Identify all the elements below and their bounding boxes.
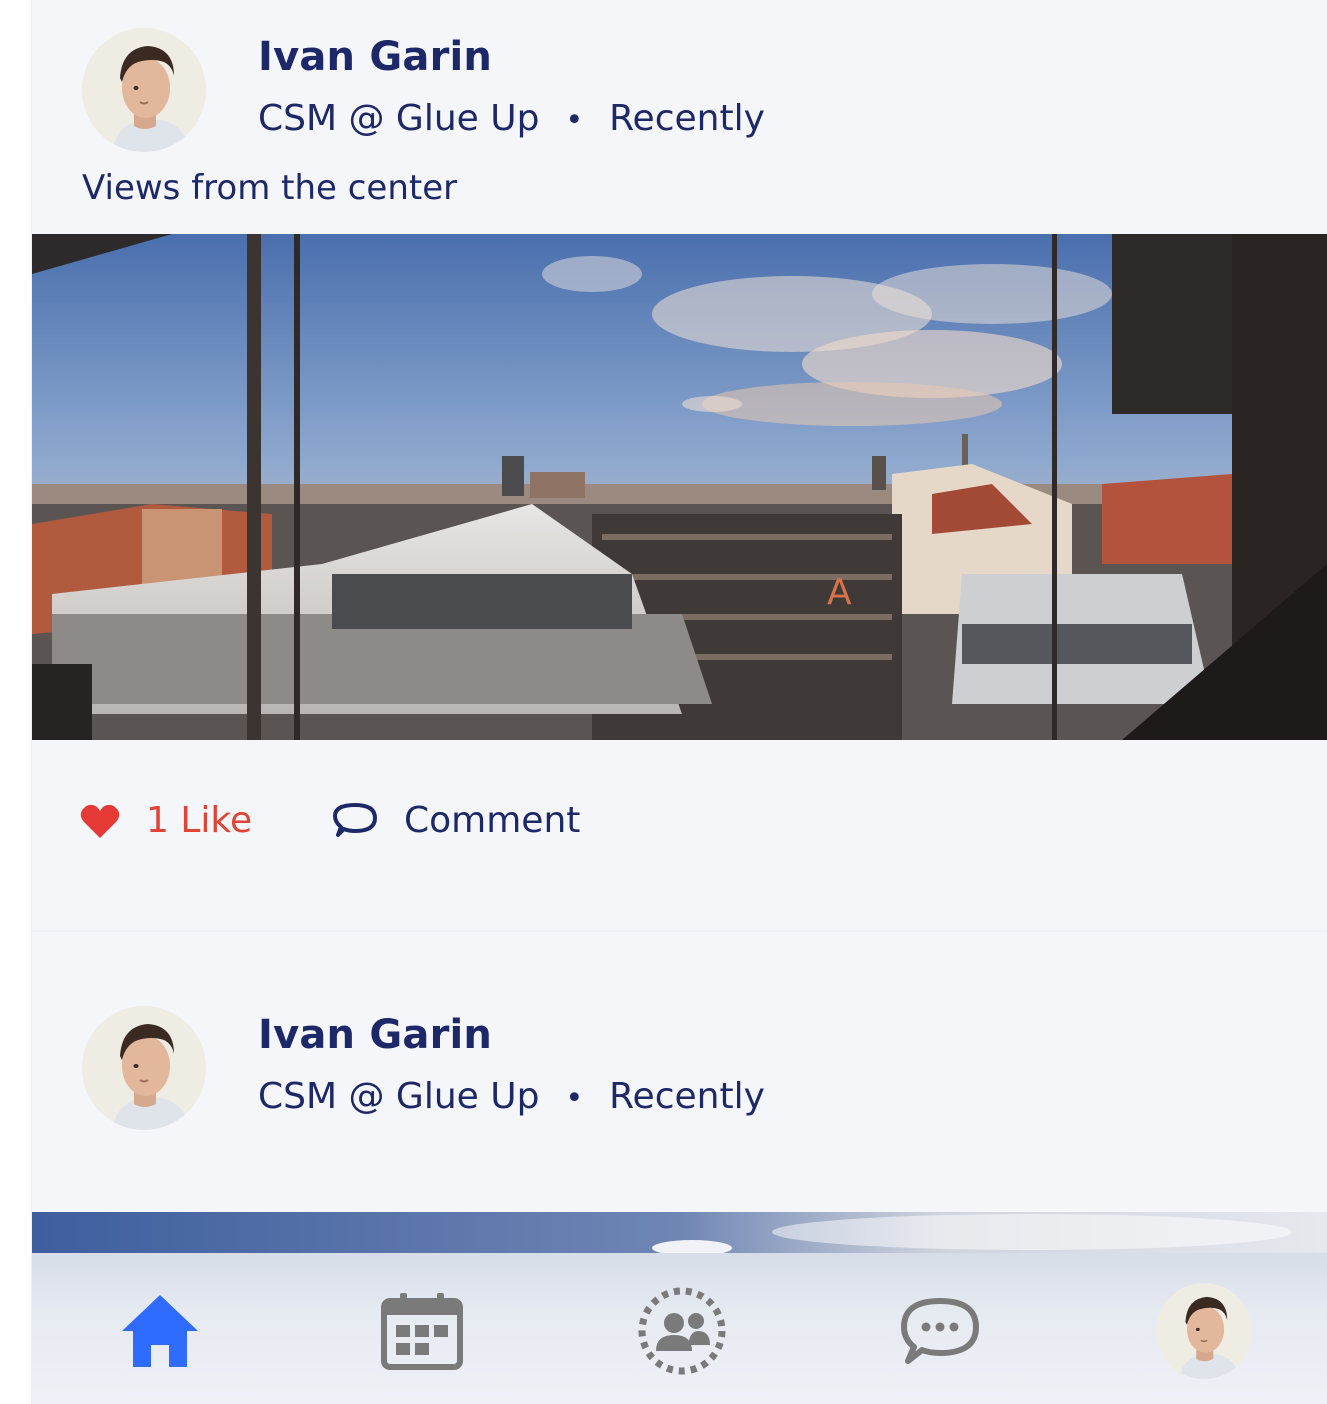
author-avatar[interactable] [82, 28, 206, 152]
tab-events[interactable] [372, 1281, 472, 1381]
tab-messages[interactable] [890, 1281, 990, 1381]
meta-separator: • [565, 102, 584, 138]
author-avatar[interactable] [82, 1006, 206, 1130]
feed-post: Ivan Garin CSM @ Glue Up • Recently Views … [32, 0, 1327, 930]
post-actions: 1 Like Comment [32, 740, 1327, 940]
comment-icon [333, 802, 377, 837]
feed-post: Ivan Garin CSM @ Glue Up • Recently [32, 932, 1327, 1253]
calendar-icon [381, 1293, 463, 1370]
tab-community[interactable] [632, 1281, 732, 1381]
comment-button[interactable]: Comment [332, 800, 580, 841]
author-name[interactable]: Ivan Garin [258, 34, 492, 80]
post-photo[interactable]: A [32, 234, 1327, 740]
svg-text:A: A [827, 572, 852, 613]
post-meta: CSM @ Glue Up • Recently [258, 1076, 765, 1117]
post-meta: CSM @ Glue Up • Recently [258, 98, 765, 139]
tab-home[interactable] [110, 1281, 210, 1381]
chat-icon [901, 1298, 979, 1364]
post-photo[interactable] [32, 1212, 1327, 1253]
post-photo-image [32, 1212, 1327, 1253]
profile-avatar [1156, 1283, 1252, 1379]
author-role: CSM @ Glue Up [258, 98, 540, 139]
post-time: Recently [609, 98, 765, 139]
home-icon [122, 1295, 198, 1367]
author-name[interactable]: Ivan Garin [258, 1012, 492, 1058]
panorama-image: A [32, 234, 1327, 740]
tab-profile[interactable] [1156, 1283, 1252, 1379]
post-caption: Views from the center [82, 168, 458, 208]
community-icon [638, 1287, 726, 1375]
author-role: CSM @ Glue Up [258, 1076, 540, 1117]
meta-separator: • [565, 1080, 584, 1116]
avatar-photo [82, 28, 206, 152]
like-count[interactable]: 1 Like [146, 800, 252, 841]
feed[interactable]: Ivan Garin CSM @ Glue Up • Recently Views … [32, 0, 1327, 1404]
comment-label[interactable]: Comment [404, 800, 580, 841]
like-button[interactable]: 1 Like [80, 800, 252, 841]
left-edge [0, 0, 32, 1404]
post-time: Recently [609, 1076, 765, 1117]
avatar-photo [82, 1006, 206, 1130]
bottom-tab-bar [32, 1253, 1327, 1404]
heart-icon [80, 804, 120, 838]
